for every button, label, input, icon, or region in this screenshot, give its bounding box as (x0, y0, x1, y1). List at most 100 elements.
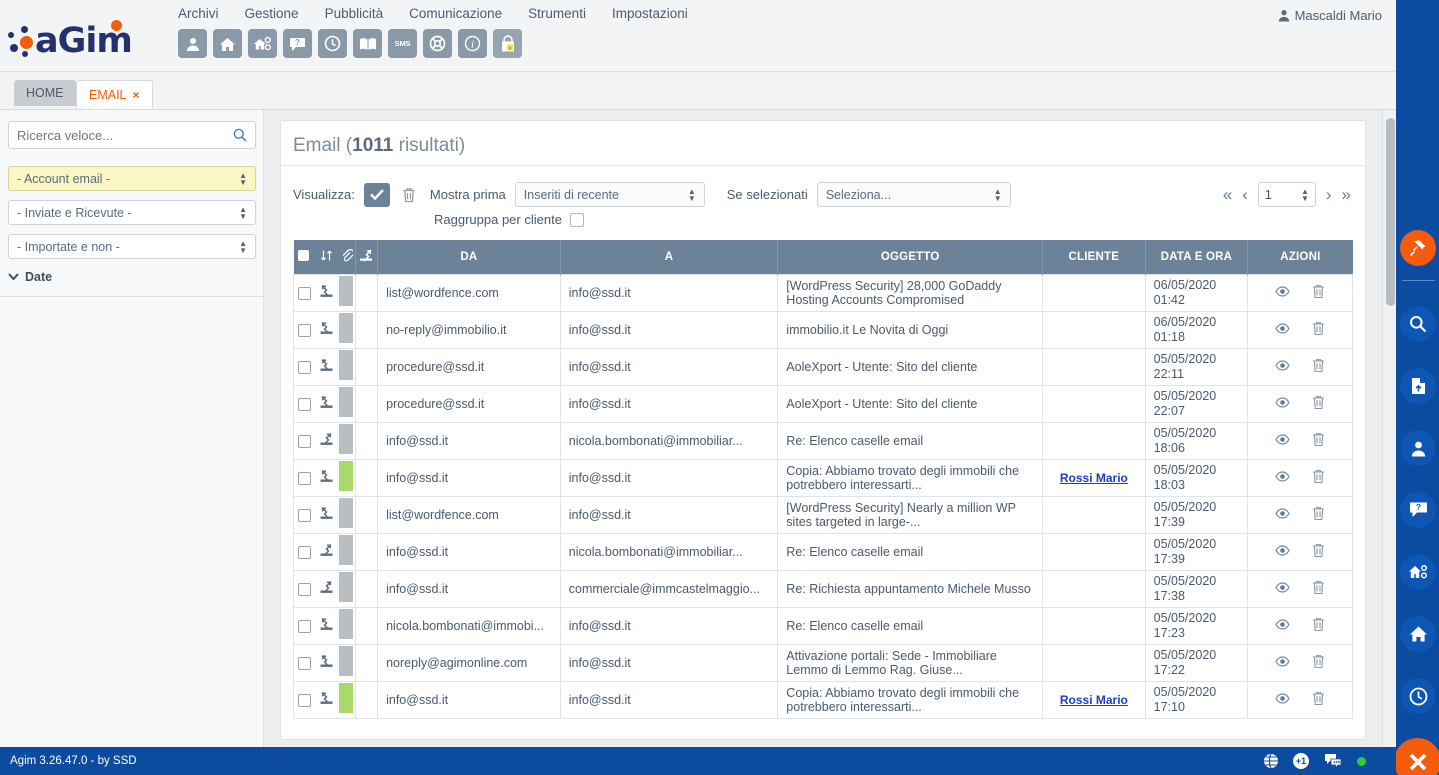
table-row[interactable]: no-reply@immobilio.it info@ssd.it immobili… (293, 310, 1353, 349)
eye-icon[interactable] (1275, 359, 1290, 374)
nav-item-archivi[interactable]: Archivi (178, 6, 219, 21)
row-checkbox-cell[interactable] (293, 680, 315, 719)
row-checkbox[interactable] (297, 508, 311, 522)
trash-icon[interactable] (1312, 691, 1325, 709)
date-section-toggle[interactable]: Date (8, 270, 256, 284)
globe-icon[interactable] (1263, 753, 1279, 769)
shopping-bag-icon[interactable]: u (493, 29, 522, 58)
book-icon[interactable] (353, 29, 382, 58)
tab-home[interactable]: HOME (14, 80, 76, 106)
cliente-link[interactable]: Rossi Mario (1060, 471, 1128, 485)
vertical-scrollbar[interactable] (1382, 110, 1396, 747)
pagination-prev-button[interactable]: ‹ (1242, 185, 1248, 205)
row-checkbox-cell[interactable] (293, 495, 315, 534)
search-icon[interactable] (1400, 306, 1436, 342)
search-input[interactable] (17, 127, 233, 143)
pagination-page-input[interactable]: 1 ▲ ▼ (1257, 182, 1316, 207)
clock-icon[interactable] (1400, 678, 1436, 714)
filter-inviate-ricevute[interactable]: - Inviate e Ricevute - ▲ ▼ (8, 200, 256, 225)
trash-icon[interactable] (1312, 358, 1325, 376)
table-row[interactable]: list@wordfence.com info@ssd.it [WordPress … (293, 273, 1353, 312)
row-checkbox-cell[interactable] (293, 643, 315, 682)
nav-item-impostazioni[interactable]: Impostazioni (612, 6, 688, 21)
eye-icon[interactable] (1275, 285, 1290, 300)
search-icon[interactable] (233, 128, 247, 142)
pagination-first-button[interactable]: « (1223, 185, 1232, 205)
raggruppa-checkbox[interactable] (569, 212, 584, 227)
row-checkbox[interactable] (297, 582, 311, 596)
column-header-a[interactable]: A (560, 240, 779, 274)
se-selezionati-select[interactable]: Seleziona... ▲ ▼ (816, 182, 1011, 207)
column-header-oggetto[interactable]: OGGETTO (777, 240, 1044, 274)
person-icon[interactable] (178, 29, 207, 58)
trash-icon[interactable] (1312, 321, 1325, 339)
table-row[interactable]: nicola.bombonati@immobi... info@ssd.it Re:… (293, 606, 1353, 645)
row-checkbox-cell[interactable] (293, 606, 315, 645)
eye-icon[interactable] (1275, 692, 1290, 707)
select-all-checkbox[interactable] (293, 240, 315, 274)
user-menu[interactable]: Mascaldi Mario (1278, 8, 1382, 23)
lifebuoy-icon[interactable] (423, 29, 452, 58)
sort-icon[interactable] (314, 240, 339, 274)
eye-icon[interactable] (1275, 396, 1290, 411)
table-row[interactable]: info@ssd.it commerciale@immcastelmaggio..… (293, 569, 1353, 608)
clock-icon[interactable] (318, 29, 347, 58)
nav-item-comunicazione[interactable]: Comunicazione (409, 6, 502, 21)
column-header-data-ora[interactable]: DATA E ORA (1145, 240, 1249, 274)
trash-icon[interactable] (1312, 432, 1325, 450)
table-row[interactable]: info@ssd.it info@ssd.it Copia: Abbiamo tro… (293, 458, 1353, 497)
table-row[interactable]: list@wordfence.com info@ssd.it [WordPress … (293, 495, 1353, 534)
chat-help-icon[interactable]: ? (283, 29, 312, 58)
table-row[interactable]: procedure@ssd.it info@ssd.it AoleXport - U… (293, 347, 1353, 386)
tab-email[interactable]: EMAIL × (76, 80, 153, 109)
row-checkbox[interactable] (297, 693, 311, 707)
pin-icon[interactable] (1400, 230, 1436, 266)
scrollbar-thumb[interactable] (1386, 118, 1395, 306)
filter-importate[interactable]: - Importate e non - ▲ ▼ (8, 234, 256, 259)
delete-selected-button[interactable] (402, 187, 416, 203)
nav-item-strumenti[interactable]: Strumenti (528, 6, 586, 21)
document-upload-icon[interactable] (1400, 368, 1436, 404)
eye-icon[interactable] (1275, 507, 1290, 522)
paperclip-icon[interactable] (338, 240, 356, 274)
home-settings-icon[interactable] (248, 29, 277, 58)
filter-account-email[interactable]: - Account email - ▲ ▼ (8, 166, 256, 191)
row-checkbox[interactable] (297, 286, 311, 300)
column-header-cliente[interactable]: CLIENTE (1042, 240, 1146, 274)
row-checkbox-cell[interactable] (293, 569, 315, 608)
home-icon[interactable] (213, 29, 242, 58)
nav-item-pubblicita[interactable]: Pubblicità (325, 6, 384, 21)
home-icon[interactable] (1400, 616, 1436, 652)
row-checkbox[interactable] (297, 545, 311, 559)
trash-icon[interactable] (1312, 654, 1325, 672)
column-header-da[interactable]: DA (377, 240, 561, 274)
pagination-next-button[interactable]: › (1326, 185, 1332, 205)
eye-icon[interactable] (1275, 433, 1290, 448)
eye-icon[interactable] (1275, 322, 1290, 337)
trash-icon[interactable] (1312, 543, 1325, 561)
row-checkbox[interactable] (297, 471, 311, 485)
trash-icon[interactable] (1312, 506, 1325, 524)
close-icon[interactable] (1394, 738, 1439, 775)
eye-icon[interactable] (1275, 544, 1290, 559)
row-checkbox[interactable] (297, 360, 311, 374)
trash-icon[interactable] (1312, 395, 1325, 413)
row-checkbox[interactable] (297, 397, 311, 411)
table-row[interactable]: procedure@ssd.it info@ssd.it AoleXport - U… (293, 384, 1353, 423)
sms-icon[interactable]: SMS (388, 29, 417, 58)
person-icon[interactable] (1400, 430, 1436, 466)
trash-icon[interactable] (1312, 284, 1325, 302)
row-checkbox-cell[interactable] (293, 384, 315, 423)
row-checkbox-cell[interactable] (293, 532, 315, 571)
eye-icon[interactable] (1275, 618, 1290, 633)
row-checkbox[interactable] (297, 434, 311, 448)
nav-item-gestione[interactable]: Gestione (245, 6, 299, 21)
chat-help-icon[interactable]: ? (1400, 492, 1436, 528)
row-checkbox-cell[interactable] (293, 421, 315, 460)
mostra-prima-select[interactable]: Inseriti di recente ▲ ▼ (514, 182, 705, 207)
row-checkbox-cell[interactable] (293, 310, 315, 349)
row-checkbox-cell[interactable] (293, 347, 315, 386)
tab-email-close-icon[interactable]: × (133, 88, 140, 102)
row-checkbox-cell[interactable] (293, 458, 315, 497)
eye-icon[interactable] (1275, 581, 1290, 596)
